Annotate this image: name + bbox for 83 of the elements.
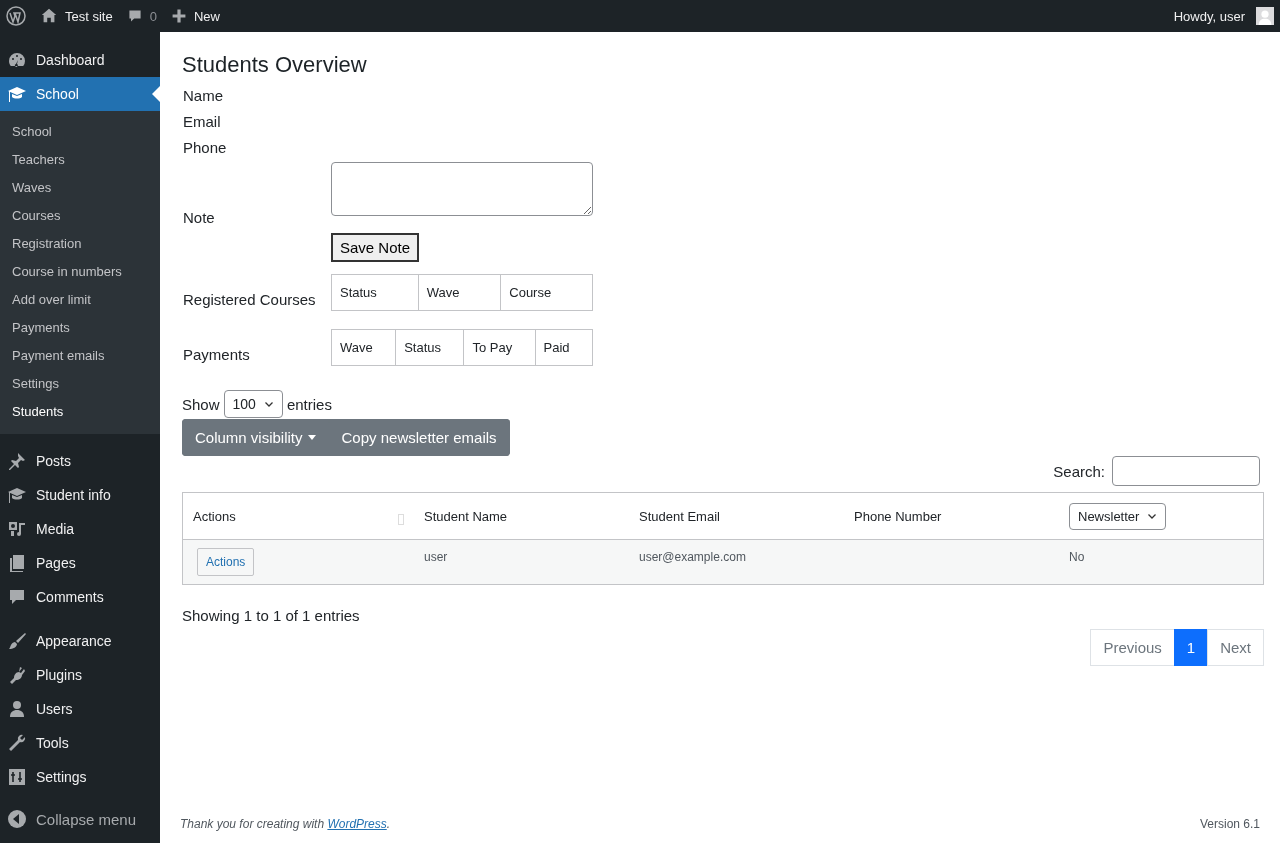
submenu-item[interactable]: Payment emails: [0, 342, 117, 370]
new-link[interactable]: New: [170, 8, 220, 24]
gauge-icon: [7, 50, 27, 70]
submenu-item[interactable]: Course in numbers: [0, 258, 134, 286]
caret-icon: [307, 435, 316, 440]
save-note-button[interactable]: Save Note: [331, 233, 420, 262]
column-header: Student Name: [424, 508, 508, 524]
wordpress-link[interactable]: WordPress: [327, 817, 387, 831]
menu-item[interactable]: Plugins: [0, 658, 160, 692]
wordpress-logo-icon: [6, 6, 26, 26]
table-header-cell: Status: [395, 329, 464, 365]
sliders-icon: [7, 767, 27, 787]
menu-item[interactable]: Settings: [0, 760, 160, 794]
menu-item[interactable]: Pages: [0, 546, 160, 580]
left-arrow-circle-icon: [7, 809, 27, 829]
graduation-cap-icon: [7, 485, 27, 505]
home-icon: [40, 7, 58, 25]
page-button[interactable]: 1: [1173, 629, 1209, 666]
plus-icon: [170, 8, 187, 24]
field-label: Payments: [182, 346, 251, 363]
field-label: Name: [182, 86, 224, 104]
menu-item[interactable]: Users: [0, 692, 160, 726]
account-link[interactable]: Howdy, user: [1173, 7, 1274, 25]
table-header-cell: Paid: [534, 329, 592, 365]
table-cell: user: [424, 550, 448, 564]
menu-item[interactable]: Student info: [0, 478, 160, 512]
submenu-item[interactable]: School: [0, 118, 64, 146]
table-header-cell: Course: [500, 274, 592, 310]
field-label: Note: [182, 208, 216, 226]
search-label: Search:: [1053, 462, 1105, 480]
menu-item[interactable]: Comments: [0, 580, 160, 614]
length-label: Show: [182, 395, 220, 413]
field-label: Phone: [182, 138, 228, 156]
table-header-cell-text: Status: [339, 283, 378, 302]
submenu-item[interactable]: Courses: [0, 202, 73, 230]
field-label: Registered Courses: [182, 291, 317, 308]
submenu-item[interactable]: Registration: [0, 230, 94, 258]
submenu-item[interactable]: Payments: [0, 314, 82, 342]
wrench-icon: [7, 733, 27, 753]
table-header-cell: Wave: [417, 274, 501, 310]
submenu-item[interactable]: Add over limit: [0, 286, 103, 314]
pushpin-icon: [7, 451, 27, 471]
collapse-menu-button[interactable]: Collapse menu: [0, 802, 160, 836]
menu-item[interactable]: Appearance: [0, 624, 160, 658]
search-field[interactable]: [1112, 456, 1260, 486]
column-header: Student Email: [639, 508, 720, 524]
table-cell: No: [1069, 550, 1085, 564]
newsletter-filter-select[interactable]: Newsletter: [1069, 502, 1167, 530]
menu-item[interactable]: Dashboard: [0, 43, 160, 77]
paintbrush-icon: [7, 631, 27, 651]
stacked-pages-icon: [7, 553, 27, 573]
comments-link[interactable]: 0: [126, 8, 157, 24]
submenu-item[interactable]: Teachers: [0, 146, 77, 174]
graduation-cap-icon: [7, 84, 27, 104]
photo-note-icon: [7, 519, 27, 539]
submenu-item[interactable]: Settings: [0, 370, 71, 398]
person-icon: [7, 699, 27, 719]
version-text: Version 6.1: [1199, 817, 1260, 831]
entries-info: Showing 1 to 1 of 1 entries: [182, 607, 361, 624]
table-header-cell: To Pay: [463, 329, 535, 365]
speech-bubble-icon: [7, 587, 27, 607]
actions-button[interactable]: Actions: [197, 548, 255, 576]
avatar-icon: [1256, 7, 1274, 25]
site-link[interactable]: Test site: [40, 7, 113, 25]
column-header: Phone Number: [854, 508, 942, 524]
table-cell: user@example.com: [639, 550, 746, 564]
chevron-down-icon: [263, 399, 274, 409]
submenu-item[interactable]: Waves: [0, 174, 64, 202]
chevron-down-icon: [1147, 511, 1158, 521]
column-header[interactable]: Actions: [193, 508, 236, 524]
submenu-item[interactable]: Students: [0, 398, 76, 426]
footer-text: Thank you for creating with WordPress.: [180, 817, 391, 831]
menu-item[interactable]: Media: [0, 512, 160, 546]
menu-item[interactable]: Tools: [0, 726, 160, 760]
page-title: Students Overview: [182, 52, 367, 78]
menu-item[interactable]: Posts: [0, 444, 160, 478]
table-header-cell-text: Wave: [339, 338, 374, 357]
note-field[interactable]: [331, 162, 593, 216]
speech-bubble-icon: [126, 8, 143, 24]
length-label: entries: [286, 395, 332, 413]
entries-select[interactable]: 100: [223, 390, 283, 418]
menu-item[interactable]: School: [0, 77, 160, 111]
field-label: Email: [182, 112, 222, 130]
